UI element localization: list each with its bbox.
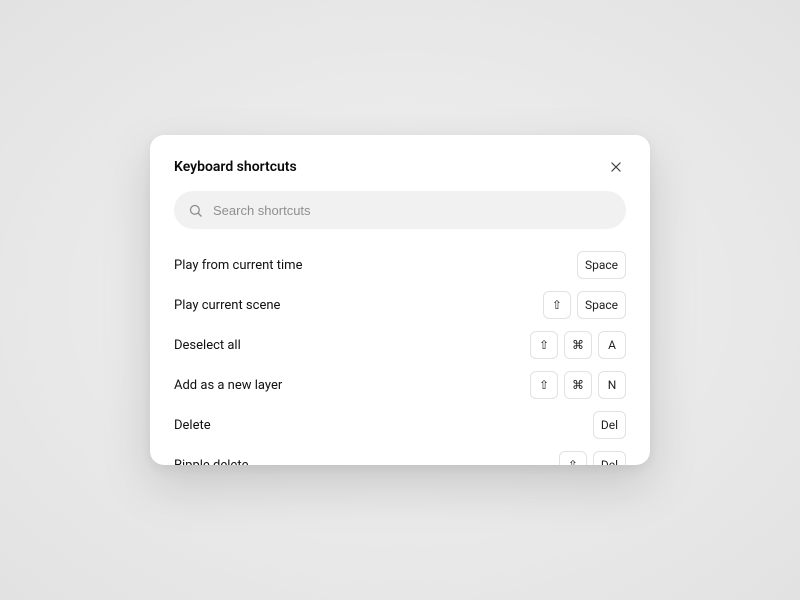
key-del: Del bbox=[593, 411, 626, 439]
key-space: Space bbox=[577, 291, 626, 319]
shortcut-keys: ⇧ ⌘ A bbox=[530, 331, 626, 359]
key-space: Space bbox=[577, 251, 626, 279]
search-container bbox=[150, 191, 650, 241]
shortcut-list[interactable]: Play from current time Space Play curren… bbox=[150, 241, 650, 465]
key-shift: ⇧ bbox=[530, 371, 558, 399]
shortcut-row: Deselect all ⇧ ⌘ A bbox=[174, 325, 626, 365]
search-field[interactable] bbox=[174, 191, 626, 229]
key-del: Del bbox=[593, 451, 626, 465]
shortcut-keys: ⇧ ⌘ N bbox=[530, 371, 626, 399]
shortcut-keys: Space bbox=[577, 251, 626, 279]
dialog-title: Keyboard shortcuts bbox=[174, 159, 297, 175]
shortcut-keys: ⇧ Del bbox=[559, 451, 626, 465]
shortcut-label: Deselect all bbox=[174, 338, 241, 353]
close-icon bbox=[609, 160, 623, 174]
key-shift: ⇧ bbox=[543, 291, 571, 319]
key-shift: ⇧ bbox=[530, 331, 558, 359]
shortcut-label: Add as a new layer bbox=[174, 378, 282, 393]
shortcut-keys: Del bbox=[593, 411, 626, 439]
shortcut-row: Delete Del bbox=[174, 405, 626, 445]
dialog-header: Keyboard shortcuts bbox=[150, 135, 650, 191]
shortcut-label: Play current scene bbox=[174, 298, 280, 313]
shortcut-label: Ripple delete bbox=[174, 458, 248, 466]
key-cmd: ⌘ bbox=[564, 331, 592, 359]
key-n: N bbox=[598, 371, 626, 399]
key-a: A bbox=[598, 331, 626, 359]
keyboard-shortcuts-dialog: Keyboard shortcuts Play from current tim… bbox=[150, 135, 650, 465]
shortcut-row: Play from current time Space bbox=[174, 245, 626, 285]
search-input[interactable] bbox=[213, 203, 612, 218]
close-button[interactable] bbox=[606, 157, 626, 177]
key-shift: ⇧ bbox=[559, 451, 587, 465]
shortcut-row: Add as a new layer ⇧ ⌘ N bbox=[174, 365, 626, 405]
shortcut-label: Delete bbox=[174, 418, 211, 433]
shortcut-label: Play from current time bbox=[174, 258, 302, 273]
shortcut-keys: ⇧ Space bbox=[543, 291, 626, 319]
key-cmd: ⌘ bbox=[564, 371, 592, 399]
search-icon bbox=[188, 203, 203, 218]
shortcut-row: Play current scene ⇧ Space bbox=[174, 285, 626, 325]
shortcut-row: Ripple delete ⇧ Del bbox=[174, 445, 626, 465]
